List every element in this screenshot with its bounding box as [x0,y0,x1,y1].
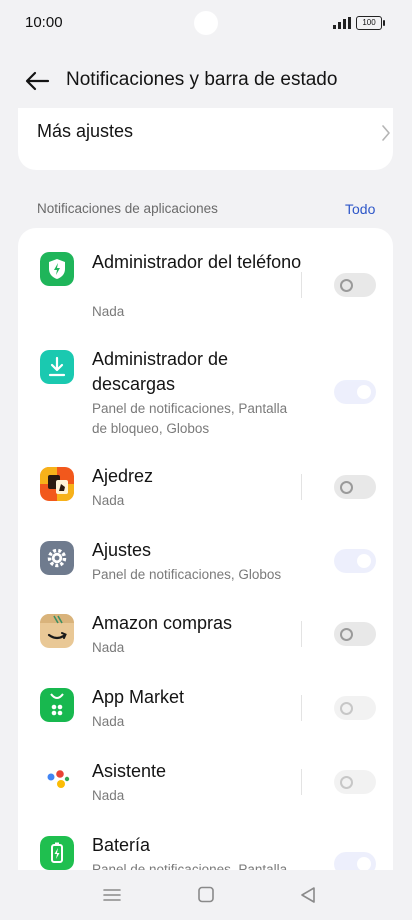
recents-menu-icon[interactable] [101,886,123,904]
app-market-icon [40,688,74,722]
amazon-icon [40,614,74,648]
section-title: Notificaciones de aplicaciones [37,201,218,216]
more-settings-row[interactable]: Más ajustes [18,108,393,170]
shield-icon [40,252,74,286]
notification-toggle[interactable] [334,475,376,499]
all-link[interactable]: Todo [345,201,375,217]
camera-cutout [194,11,218,35]
divider [301,474,302,500]
app-name: Asistente [92,761,167,781]
app-name: App Market [92,687,185,707]
app-notification-summary: Nada [92,788,125,803]
app-name: Administrador de descargas [92,349,229,394]
app-name: Ajedrez [92,466,154,486]
app-name: Batería [92,835,151,855]
status-time: 10:00 [25,14,63,31]
more-settings-label: Más ajustes [37,121,134,141]
app-notification-summary: Panel de notificaciones, Pantalla de blo… [92,401,288,436]
back-triangle-icon[interactable] [297,886,319,904]
chess-icon [40,467,74,501]
app-notification-list: Administrador del teléfono Nada Administ… [18,228,393,908]
system-nav-bar [0,870,412,920]
divider [301,621,302,647]
notification-toggle[interactable] [334,380,376,404]
back-arrow-icon[interactable] [24,69,50,93]
divider [301,272,302,298]
divider [301,695,302,721]
home-square-icon[interactable] [195,886,217,904]
app-name: Amazon compras [92,613,233,633]
gear-icon [40,541,74,575]
chevron-right-icon [382,125,390,141]
notification-toggle[interactable] [334,273,376,297]
notification-toggle[interactable] [334,696,376,720]
page-title: Notificaciones y barra de estado [66,69,338,90]
app-name: Administrador del teléfono [92,252,302,272]
notification-toggle[interactable] [334,622,376,646]
notification-toggle[interactable] [334,770,376,794]
signal-icon [333,17,351,29]
assistant-icon [40,762,74,796]
download-icon [40,350,74,384]
app-notification-summary: Nada [92,304,125,319]
app-name: Ajustes [92,540,152,560]
status-bar: 10:00 100 [0,0,412,46]
notification-toggle[interactable] [334,549,376,573]
app-notification-summary: Nada [92,493,125,508]
app-notification-summary: Panel de notificaciones, Globos [92,567,282,582]
app-notification-summary: Nada [92,714,125,729]
top-app-bar: Notificaciones y barra de estado [0,56,412,108]
battery-app-icon [40,836,74,870]
battery-icon: 100 [356,16,385,30]
divider [301,769,302,795]
app-notification-summary: Nada [92,640,125,655]
